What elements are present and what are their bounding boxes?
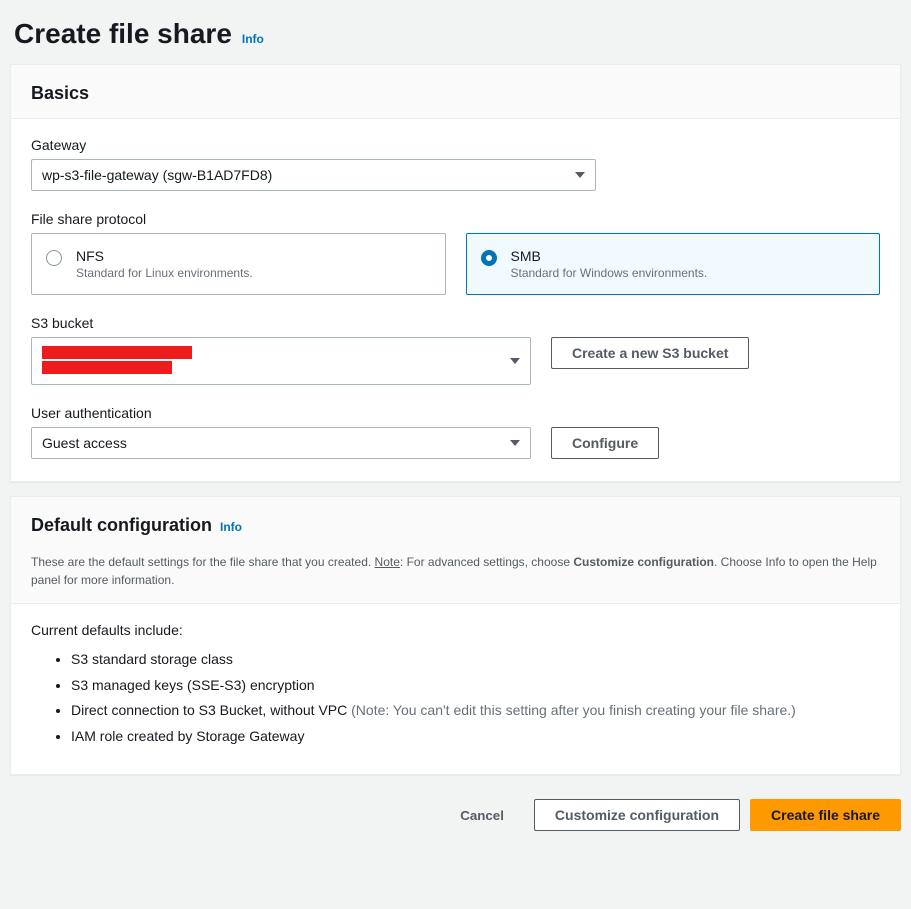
basics-panel: Basics Gateway wp-s3-file-gateway (sgw-B… [10, 64, 901, 482]
s3-bucket-select[interactable] [31, 337, 531, 385]
protocol-option-title: NFS [76, 248, 431, 264]
list-item: S3 managed keys (SSE-S3) encryption [71, 676, 880, 696]
protocol-option-nfs[interactable]: NFS Standard for Linux environments. [31, 233, 446, 295]
current-defaults-label: Current defaults include: [31, 622, 880, 638]
default-config-panel: Default configuration Info These are the… [10, 496, 901, 775]
protocol-option-desc: Standard for Windows environments. [511, 266, 866, 280]
page-title: Create file share [14, 18, 232, 50]
radio-icon [46, 250, 62, 266]
customize-configuration-button[interactable]: Customize configuration [534, 799, 740, 831]
protocol-option-desc: Standard for Linux environments. [76, 266, 431, 280]
default-config-title: Default configuration [31, 515, 212, 536]
user-auth-field: User authentication Guest access Configu… [31, 405, 880, 459]
gateway-select[interactable]: wp-s3-file-gateway (sgw-B1AD7FD8) [31, 159, 596, 191]
chevron-down-icon [510, 358, 520, 364]
radio-icon [481, 250, 497, 266]
s3-bucket-field: S3 bucket Create a new S3 bucket [31, 315, 880, 385]
protocol-label: File share protocol [31, 211, 880, 227]
basics-panel-body: Gateway wp-s3-file-gateway (sgw-B1AD7FD8… [11, 119, 900, 481]
protocol-option-smb[interactable]: SMB Standard for Windows environments. [466, 233, 881, 295]
gateway-field: Gateway wp-s3-file-gateway (sgw-B1AD7FD8… [31, 137, 880, 191]
cancel-button[interactable]: Cancel [440, 802, 524, 829]
info-link[interactable]: Info [220, 520, 242, 534]
user-auth-select[interactable]: Guest access [31, 427, 531, 459]
protocol-field: File share protocol NFS Standard for Lin… [31, 211, 880, 295]
protocol-radio-group: NFS Standard for Linux environments. SMB… [31, 233, 880, 295]
create-file-share-button[interactable]: Create file share [750, 799, 901, 831]
configure-button[interactable]: Configure [551, 427, 659, 459]
page-header: Create file share Info [0, 0, 911, 64]
list-item: IAM role created by Storage Gateway [71, 727, 880, 747]
chevron-down-icon [510, 440, 520, 446]
default-config-description: These are the default settings for the f… [11, 549, 900, 604]
gateway-label: Gateway [31, 137, 880, 153]
user-auth-label: User authentication [31, 405, 880, 421]
defaults-list: S3 standard storage class S3 managed key… [31, 650, 880, 746]
redacted-text [42, 346, 192, 359]
user-auth-value: Guest access [42, 435, 127, 451]
gateway-select-value: wp-s3-file-gateway (sgw-B1AD7FD8) [42, 167, 272, 183]
basics-title: Basics [31, 83, 89, 104]
info-link[interactable]: Info [242, 32, 264, 46]
create-s3-bucket-button[interactable]: Create a new S3 bucket [551, 337, 749, 369]
s3-bucket-label: S3 bucket [31, 315, 880, 331]
default-config-body: Current defaults include: S3 standard st… [11, 604, 900, 774]
protocol-option-title: SMB [511, 248, 866, 264]
redacted-text [42, 361, 172, 374]
list-item: S3 standard storage class [71, 650, 880, 670]
list-item: Direct connection to S3 Bucket, without … [71, 701, 880, 721]
default-config-header: Default configuration Info [11, 497, 900, 550]
basics-panel-header: Basics [11, 65, 900, 119]
chevron-down-icon [575, 172, 585, 178]
footer-actions: Cancel Customize configuration Create fi… [0, 789, 911, 861]
